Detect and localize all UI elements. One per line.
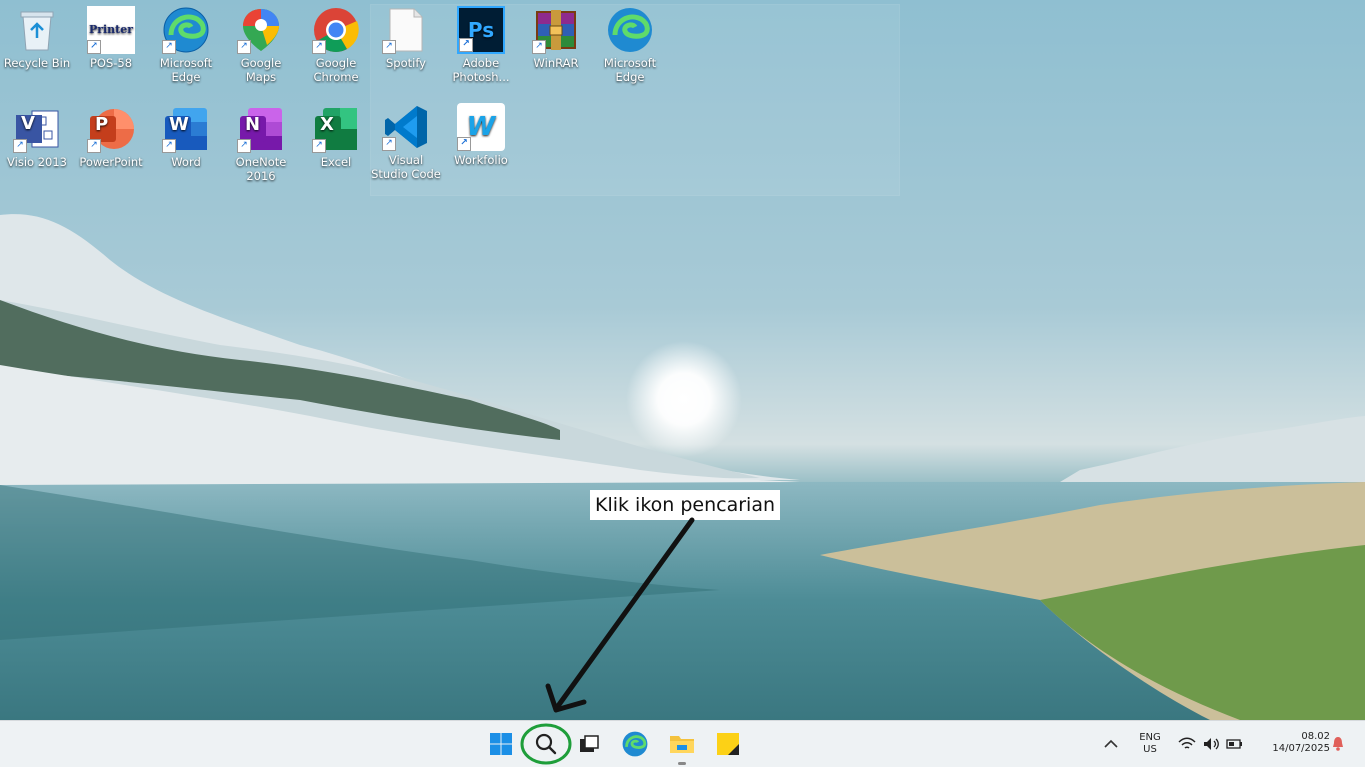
running-indicator [678,762,686,765]
taskbar-edge[interactable] [620,729,650,759]
language-code: ENG [1139,732,1161,743]
show-hidden-icons-button[interactable] [1098,729,1124,759]
language-indicator[interactable]: ENG US [1135,732,1165,756]
file-explorer-icon [670,736,694,753]
wifi-icon [1178,737,1196,749]
chevron-up-icon [1104,739,1118,748]
task-view-icon [580,735,599,752]
taskbar-sticky-notes[interactable] [713,729,743,759]
language-region: US [1143,744,1157,755]
clock-time: 08.02 [1301,731,1330,742]
taskbar-file-explorer[interactable] [667,729,697,759]
clock[interactable]: 08.02 14/07/2025 [1258,731,1330,755]
search-highlight-circle [520,723,572,765]
sticky-notes-icon [717,733,739,755]
windows-start-icon [490,733,512,755]
task-view-button[interactable] [574,729,604,759]
clock-date: 14/07/2025 [1272,743,1330,754]
notification-button[interactable] [1328,729,1348,759]
tutorial-arrow [545,517,695,713]
battery-icon [1226,739,1242,749]
taskbar: ENG US 08.02 14/07/2025 [0,720,1365,767]
bell-icon [1333,737,1343,751]
volume-icon [1204,738,1219,750]
edge-icon [622,731,648,757]
quick-settings-button[interactable] [1176,729,1246,759]
start-button[interactable] [486,729,516,759]
